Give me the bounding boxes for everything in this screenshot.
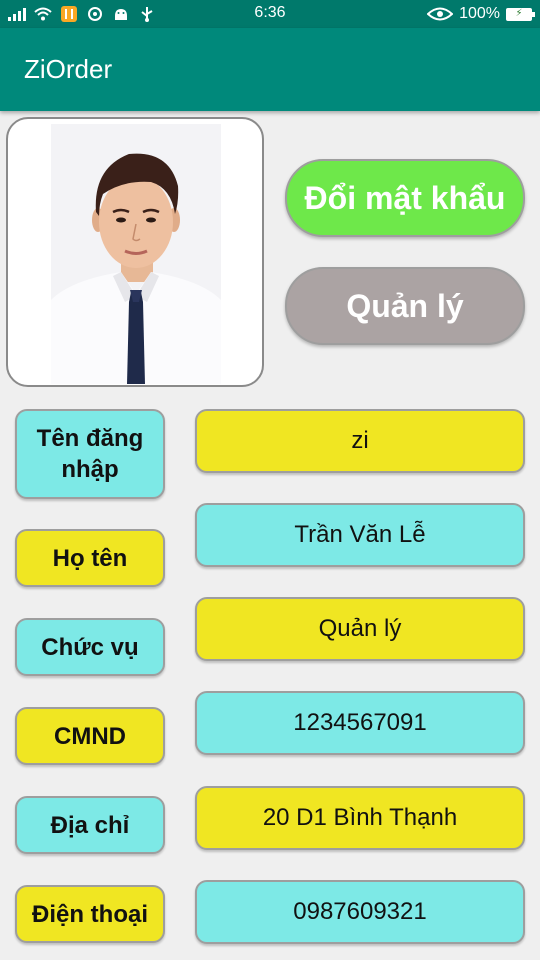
- address-value: 20 D1 Bình Thạnh: [195, 786, 525, 850]
- change-password-button[interactable]: Đổi mật khẩu: [285, 159, 525, 237]
- avatar: [51, 124, 221, 384]
- app-bar: ZiOrder: [0, 28, 540, 111]
- username-label: Tên đăng nhập: [15, 409, 165, 499]
- battery-icon: ⚡: [506, 7, 535, 21]
- position-value: Quản lý: [195, 597, 525, 661]
- avatar-frame[interactable]: [6, 117, 264, 387]
- status-bar: 6:36 100% ⚡: [0, 0, 540, 28]
- id-card-label: CMND: [15, 707, 165, 765]
- fullname-value: Trần Văn Lễ: [195, 503, 525, 567]
- phone-label: Điện thoại: [15, 885, 165, 943]
- position-label: Chức vụ: [15, 618, 165, 676]
- manage-button[interactable]: Quản lý: [285, 267, 525, 345]
- status-right-icons: 100% ⚡: [427, 4, 535, 24]
- address-label: Địa chỉ: [15, 796, 165, 854]
- battery-percent: 100%: [459, 5, 500, 22]
- app-title: ZiOrder: [24, 54, 113, 84]
- phone-value: 0987609321: [195, 880, 525, 944]
- eye-icon: [427, 6, 454, 22]
- fullname-label: Họ tên: [15, 529, 165, 587]
- id-card-value: 1234567091: [195, 691, 525, 755]
- username-value: zi: [195, 409, 525, 473]
